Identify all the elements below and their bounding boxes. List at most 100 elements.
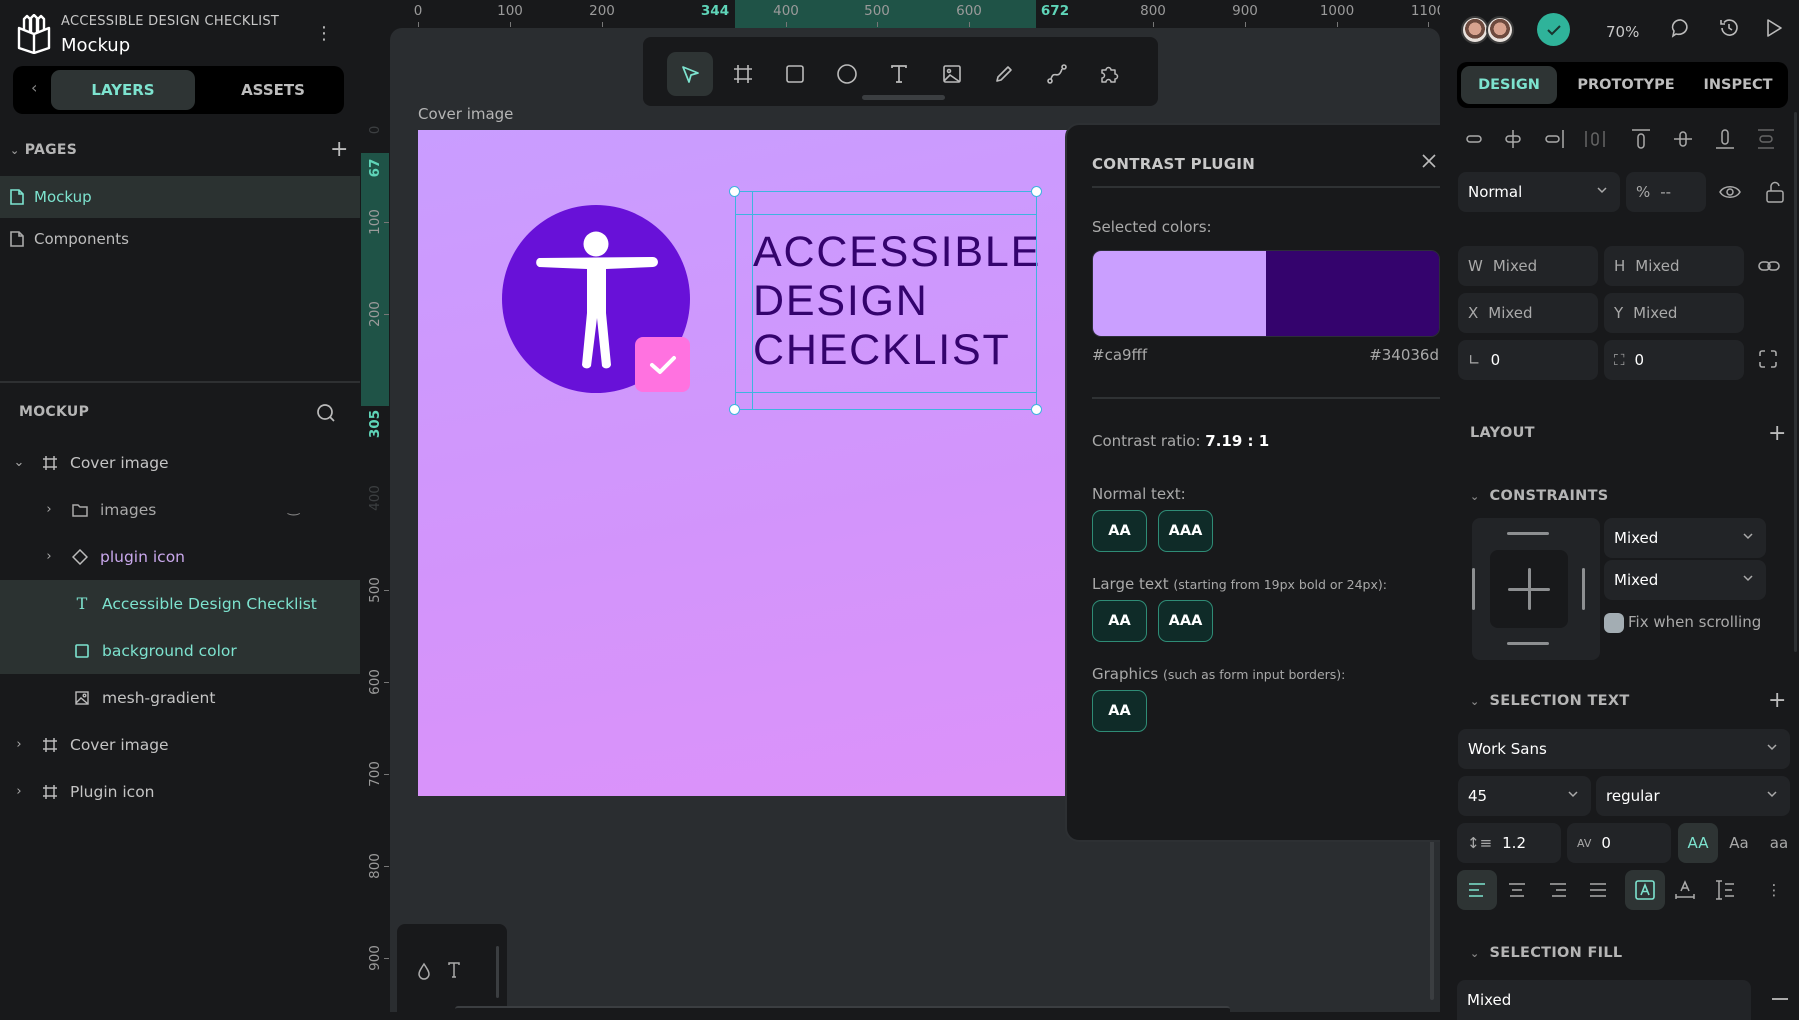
toggle-visibility-button[interactable] bbox=[1719, 181, 1741, 203]
blend-mode-select[interactable]: Normal bbox=[1458, 172, 1620, 212]
uppercase-button[interactable]: AA bbox=[1678, 823, 1718, 863]
constraints-section-header[interactable]: ⌄ CONSTRAINTS bbox=[1470, 488, 1609, 504]
avatar[interactable] bbox=[1461, 16, 1489, 44]
independent-corners-button[interactable] bbox=[1758, 349, 1780, 371]
x-position-input[interactable]: X Mixed bbox=[1458, 293, 1598, 333]
text-align-left-button[interactable] bbox=[1457, 870, 1497, 910]
text-align-center-button[interactable] bbox=[1497, 870, 1537, 910]
chevron-down-icon[interactable]: ⌄ bbox=[12, 455, 26, 470]
constraint-right[interactable] bbox=[1582, 568, 1585, 610]
resize-handle-bottom-right[interactable] bbox=[1031, 404, 1042, 415]
toggle-visibility-icon[interactable]: ‿ bbox=[288, 500, 299, 516]
align-top-button[interactable] bbox=[1630, 128, 1652, 150]
history-button[interactable] bbox=[1718, 17, 1742, 41]
page-item-mockup[interactable]: Mockup bbox=[0, 176, 360, 218]
path-tool-button[interactable] bbox=[1034, 52, 1080, 96]
layer-row-cover-image-2[interactable]: › Cover image bbox=[0, 721, 360, 768]
text-options-button[interactable]: ⋮ bbox=[1759, 870, 1789, 910]
chevron-right-icon[interactable]: › bbox=[12, 737, 26, 752]
tab-layers[interactable]: LAYERS bbox=[51, 70, 195, 110]
add-layout-button[interactable]: + bbox=[1768, 423, 1786, 445]
tab-assets[interactable]: ASSETS bbox=[209, 70, 337, 110]
sidebar-divider[interactable] bbox=[0, 381, 360, 383]
height-input[interactable]: H Mixed bbox=[1604, 246, 1744, 286]
tab-design[interactable]: DESIGN bbox=[1461, 66, 1557, 104]
auto-height-button[interactable] bbox=[1625, 870, 1665, 910]
avatar[interactable] bbox=[1486, 16, 1514, 44]
close-plugin-button[interactable] bbox=[1421, 153, 1441, 173]
layer-row-plugin-icon[interactable]: › plugin icon bbox=[0, 533, 360, 580]
color-palette-button[interactable] bbox=[417, 962, 431, 980]
constraint-center[interactable] bbox=[1490, 550, 1568, 628]
layer-row-mesh-gradient[interactable]: mesh-gradient bbox=[0, 674, 360, 721]
layer-opacity-input[interactable]: % -- bbox=[1626, 172, 1706, 212]
chevron-right-icon[interactable]: › bbox=[42, 502, 56, 517]
titlecase-button[interactable]: Aa bbox=[1719, 823, 1759, 863]
save-status-indicator[interactable] bbox=[1537, 13, 1570, 46]
chevron-right-icon[interactable]: › bbox=[12, 784, 26, 799]
font-family-select[interactable]: Work Sans bbox=[1458, 729, 1790, 769]
artboard-title[interactable]: Cover image bbox=[418, 105, 513, 123]
constraint-bottom[interactable] bbox=[1507, 642, 1549, 645]
tab-inspect[interactable]: INSPECT bbox=[1693, 66, 1783, 104]
zoom-level[interactable]: 70% bbox=[1606, 23, 1639, 41]
remove-fill-button[interactable] bbox=[1772, 998, 1788, 1000]
toolbar-drag-handle[interactable] bbox=[862, 95, 945, 100]
layer-row-background-color[interactable]: background color bbox=[0, 627, 360, 674]
layer-row-images[interactable]: › images ‿ bbox=[0, 486, 360, 533]
lowercase-button[interactable]: aa bbox=[1759, 823, 1799, 863]
distribute-v-button[interactable] bbox=[1755, 128, 1777, 150]
rotation-input[interactable]: ∟ 0 bbox=[1458, 340, 1598, 380]
horizontal-constraint-select[interactable]: Mixed bbox=[1604, 518, 1766, 558]
auto-width-button[interactable] bbox=[1665, 870, 1705, 910]
add-typography-button[interactable]: + bbox=[1768, 690, 1786, 712]
constraint-left[interactable] bbox=[1472, 568, 1475, 610]
selection-text-section-header[interactable]: ⌄ SELECTION TEXT bbox=[1470, 693, 1630, 709]
pages-header[interactable]: ⌄ PAGES bbox=[10, 142, 77, 158]
image-tool-button[interactable] bbox=[929, 52, 975, 96]
chevron-right-icon[interactable]: › bbox=[42, 549, 56, 564]
width-input[interactable]: W Mixed bbox=[1458, 246, 1598, 286]
project-menu-button[interactable]: ⋮ bbox=[315, 22, 333, 46]
rectangle-tool-button[interactable] bbox=[772, 52, 818, 96]
pencil-tool-button[interactable] bbox=[981, 52, 1027, 96]
plugins-tool-button[interactable] bbox=[1086, 52, 1132, 96]
move-tool-button[interactable] bbox=[667, 52, 713, 96]
align-h-center-button[interactable] bbox=[1502, 128, 1524, 150]
toggle-lock-button[interactable] bbox=[1765, 181, 1787, 203]
tab-prototype[interactable]: PROTOTYPE bbox=[1565, 66, 1687, 104]
vertical-scrollbar[interactable] bbox=[1430, 840, 1434, 1000]
align-right-button[interactable] bbox=[1543, 128, 1565, 150]
palette-scrollbar[interactable] bbox=[496, 946, 499, 998]
horizontal-scrollbar[interactable] bbox=[455, 1006, 1230, 1012]
constraint-center-v[interactable] bbox=[1528, 568, 1531, 610]
text-palette-button[interactable] bbox=[447, 962, 461, 978]
line-height-input[interactable]: ↕≡ 1.2 bbox=[1457, 823, 1561, 863]
fixed-size-button[interactable] bbox=[1705, 870, 1745, 910]
resize-handle-top-left[interactable] bbox=[729, 186, 740, 197]
vertical-constraint-select[interactable]: Mixed bbox=[1604, 560, 1766, 600]
layer-row-cover-image[interactable]: ⌄ Cover image bbox=[0, 439, 360, 486]
resize-handle-bottom-left[interactable] bbox=[729, 404, 740, 415]
constraint-top[interactable] bbox=[1507, 532, 1549, 535]
comments-button[interactable] bbox=[1670, 17, 1694, 41]
radius-input[interactable]: ⛶ 0 bbox=[1604, 340, 1744, 380]
resize-handle-top-right[interactable] bbox=[1031, 186, 1042, 197]
search-layers-button[interactable] bbox=[316, 403, 336, 423]
collapse-sidebar-button[interactable]: ‹ bbox=[31, 78, 37, 97]
fix-when-scrolling-label[interactable]: Fix when scrolling bbox=[1628, 613, 1761, 631]
letter-spacing-input[interactable]: AV 0 bbox=[1567, 823, 1671, 863]
y-position-input[interactable]: Y Mixed bbox=[1604, 293, 1744, 333]
align-bottom-button[interactable] bbox=[1714, 128, 1736, 150]
text-tool-button[interactable] bbox=[876, 52, 922, 96]
fill-value-field[interactable]: Mixed bbox=[1457, 980, 1751, 1020]
page-item-components[interactable]: Components bbox=[0, 218, 360, 260]
fix-when-scrolling-checkbox[interactable] bbox=[1604, 613, 1624, 633]
selection-fill-section-header[interactable]: ⌄ SELECTION FILL bbox=[1470, 945, 1622, 961]
board-tool-button[interactable] bbox=[720, 52, 766, 96]
font-weight-select[interactable]: regular bbox=[1596, 776, 1790, 816]
checkmark-badge[interactable] bbox=[635, 337, 690, 392]
view-mode-button[interactable] bbox=[1764, 17, 1788, 41]
text-align-right-button[interactable] bbox=[1538, 870, 1578, 910]
add-page-button[interactable]: + bbox=[330, 139, 348, 161]
